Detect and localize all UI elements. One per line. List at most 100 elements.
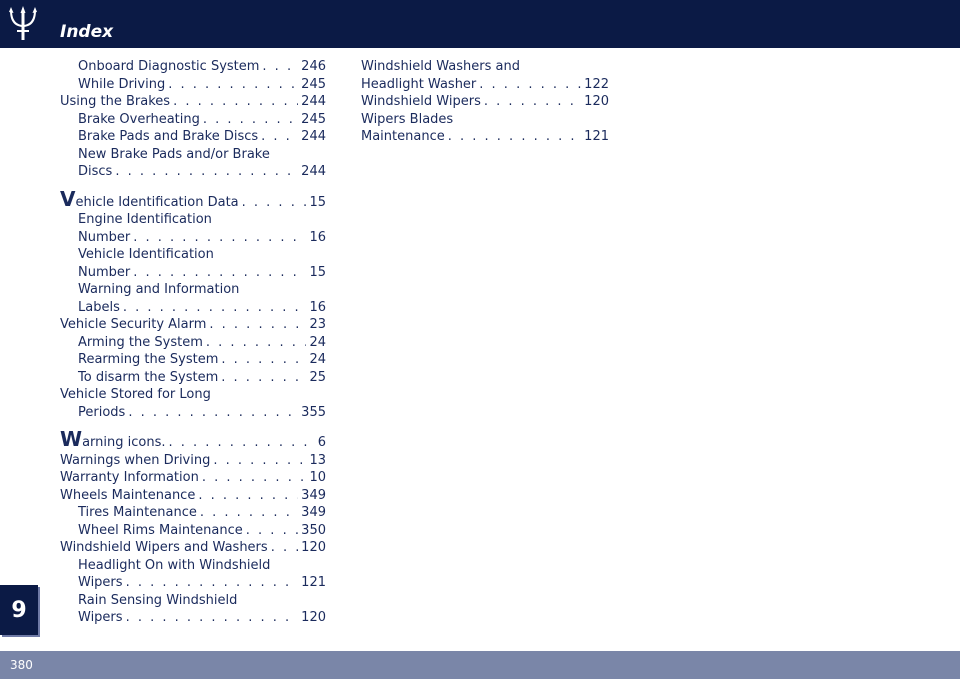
index-page-number: 121 bbox=[301, 575, 326, 590]
index-page-number: 15 bbox=[309, 194, 326, 210]
section-letter: W bbox=[60, 427, 83, 451]
page-number: 380 bbox=[10, 658, 33, 672]
index-entry-line: Wipers 121 bbox=[60, 574, 326, 592]
index-page-number: 355 bbox=[301, 404, 326, 420]
index-entry-line: Maintenance 121 bbox=[361, 128, 609, 146]
index-entry-line: While Driving 245 bbox=[60, 76, 326, 94]
index-term: Vehicle Security Alarm bbox=[60, 317, 207, 332]
dot-leader bbox=[221, 351, 306, 369]
dot-leader bbox=[198, 487, 298, 505]
index-entry: Wheel Rims Maintenance 350 bbox=[60, 522, 326, 540]
index-entry: Warnings when Driving 13 bbox=[60, 452, 326, 470]
dot-leader bbox=[206, 334, 307, 352]
index-term: Discs bbox=[78, 164, 113, 179]
index-entry-line: Vehicle Security Alarm 23 bbox=[60, 316, 326, 334]
index-page-number: 24 bbox=[309, 352, 326, 367]
index-entry: Warranty Information 10 bbox=[60, 469, 326, 487]
index-term: Headlight Washer bbox=[361, 76, 477, 92]
index-page-number: 350 bbox=[301, 522, 326, 538]
index-page-number: 245 bbox=[301, 111, 326, 127]
index-page-number: 16 bbox=[309, 229, 326, 245]
index-term: Rain Sensing Windshield bbox=[78, 592, 238, 608]
dot-leader bbox=[115, 163, 298, 181]
index-entry-line: Warning and Information bbox=[60, 281, 326, 299]
index-term: Wheels Maintenance bbox=[60, 487, 196, 503]
dot-leader bbox=[203, 111, 298, 129]
index-page-number: 122 bbox=[584, 76, 609, 92]
dot-leader bbox=[133, 229, 306, 247]
index-entry: To disarm the System 25 bbox=[60, 369, 326, 387]
index-page-number: 121 bbox=[584, 129, 609, 144]
index-term: Tires Maintenance bbox=[78, 505, 197, 520]
dot-leader bbox=[209, 316, 306, 334]
index-entry-line: Warranty Information 10 bbox=[60, 469, 326, 487]
dot-leader bbox=[126, 609, 299, 627]
index-page-number: 10 bbox=[309, 470, 326, 485]
index-term: Periods bbox=[78, 404, 126, 420]
index-entry-line: Vehicle Identification bbox=[60, 246, 326, 264]
index-column-2: Windshield Washers and Headlight Washer 12… bbox=[361, 58, 609, 146]
index-term: Wipers Blades bbox=[361, 111, 454, 127]
index-term: Vehicle Stored for Long bbox=[60, 387, 211, 402]
index-entry-line: Labels 16 bbox=[60, 299, 326, 317]
dot-leader bbox=[484, 93, 581, 111]
index-entry-line: Brake Overheating 245 bbox=[60, 111, 326, 129]
index-page-number: 245 bbox=[301, 76, 326, 92]
index-entry-line: Onboard Diagnostic System 246 bbox=[60, 58, 326, 76]
index-entry: Using the Brakes 244 bbox=[60, 93, 326, 111]
index-term: ehicle Identification Data bbox=[75, 194, 239, 210]
index-page-number: 120 bbox=[301, 610, 326, 625]
index-page-number: 120 bbox=[301, 540, 326, 555]
section-letter: V bbox=[60, 186, 76, 211]
index-entry: Wheels Maintenance 349 bbox=[60, 487, 326, 505]
letter-gap bbox=[60, 181, 326, 191]
index-term: Brake Overheating bbox=[78, 111, 200, 127]
index-entry-line: Number 15 bbox=[60, 264, 326, 282]
index-entry-line: Wipers 120 bbox=[60, 609, 326, 627]
dot-leader bbox=[262, 58, 298, 76]
index-column-1: Onboard Diagnostic System246While Drivin… bbox=[60, 58, 326, 627]
index-term: Vehicle Identification bbox=[78, 247, 214, 262]
index-page-number: 16 bbox=[309, 299, 326, 315]
header-bar: Index bbox=[0, 0, 960, 48]
dot-leader bbox=[200, 504, 298, 522]
index-entry: Brake Pads and Brake Discs 244 bbox=[60, 128, 326, 146]
index-page-number: 120 bbox=[584, 94, 609, 109]
dot-leader bbox=[242, 194, 307, 212]
index-page-number: 244 bbox=[301, 164, 326, 179]
index-page-number: 6 bbox=[317, 435, 326, 450]
index-entry-line: Windshield Wipers 120 bbox=[361, 93, 609, 111]
index-entry-line: Windshield Wipers and Washers 120 bbox=[60, 539, 326, 557]
index-term: Number bbox=[78, 264, 131, 280]
index-entry-line: Vehicle Stored for Long bbox=[60, 386, 326, 404]
index-entry: Windshield Washers and Headlight Washer 12… bbox=[361, 58, 609, 93]
trident-logo-icon bbox=[9, 6, 37, 40]
index-entry-line: Headlight On with Windshield bbox=[60, 557, 326, 575]
index-entry-line: Windshield Washers and bbox=[361, 58, 609, 76]
index-term: Engine Identification bbox=[78, 212, 212, 227]
index-term: Warnings when Driving bbox=[60, 452, 211, 468]
chapter-tab: 9 bbox=[0, 585, 38, 635]
index-term: Number bbox=[78, 229, 131, 245]
dot-leader bbox=[168, 76, 298, 94]
index-term: While Driving bbox=[78, 76, 166, 92]
index-entry-line: Using the Brakes 244 bbox=[60, 93, 326, 111]
index-term: Headlight On with Windshield bbox=[78, 557, 271, 573]
index-entry: While Driving 245 bbox=[60, 76, 326, 94]
index-entry-line: Warning icons. 6 bbox=[60, 427, 326, 452]
index-entry: Vehicle Identification Number 15 bbox=[60, 246, 326, 281]
index-entry-line: Warnings when Driving 13 bbox=[60, 452, 326, 470]
index-page-number: 244 bbox=[301, 94, 326, 109]
dot-leader bbox=[261, 128, 298, 146]
index-term: Wipers bbox=[78, 610, 123, 625]
index-term: Arming the System bbox=[78, 334, 203, 350]
index-entry: Windshield Wipers 120 bbox=[361, 93, 609, 111]
index-term: arning icons. bbox=[82, 435, 166, 450]
index-term: Maintenance bbox=[361, 129, 445, 144]
index-term: Onboard Diagnostic System bbox=[78, 59, 260, 74]
index-term: Using the Brakes bbox=[60, 94, 171, 109]
dot-leader bbox=[202, 469, 307, 487]
dot-leader bbox=[128, 404, 298, 422]
index-entry: Periods 355 bbox=[60, 404, 326, 422]
index-entry-line: Wipers Blades bbox=[361, 111, 609, 129]
